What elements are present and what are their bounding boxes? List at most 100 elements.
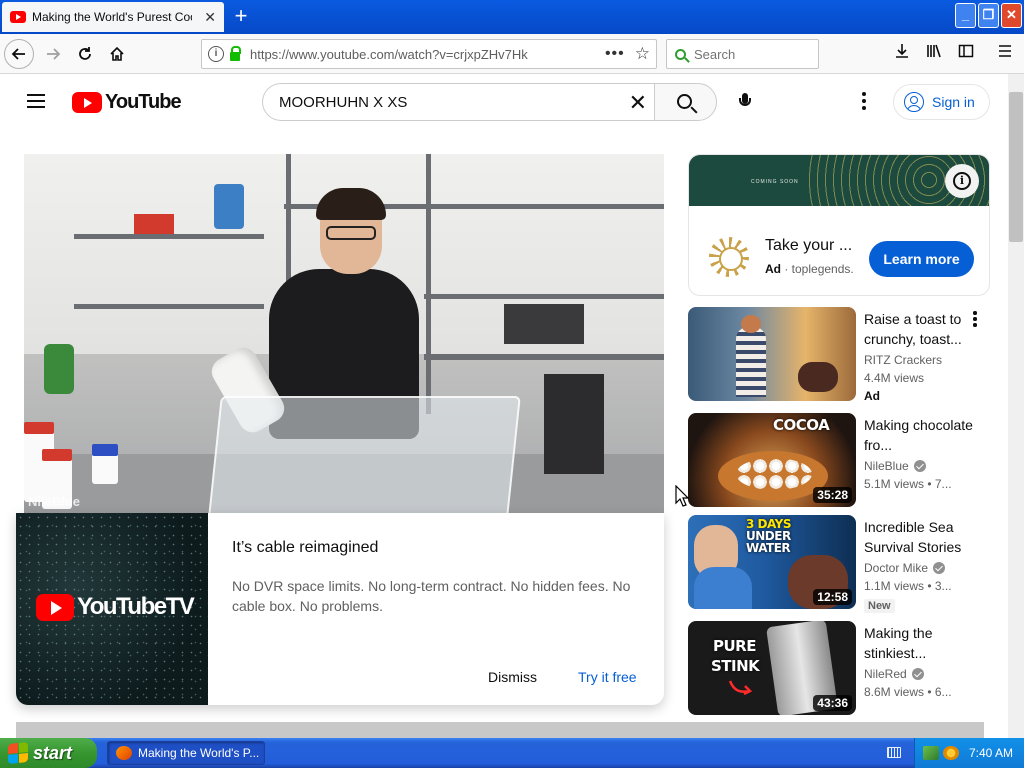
vertical-scrollbar-thumb[interactable] [1009, 92, 1023, 242]
ad-badge: Ad [864, 389, 880, 403]
recommendation-item[interactable]: Raise a toast to crunchy, toast... RITZ … [688, 307, 990, 403]
thumb-figure-head [741, 315, 761, 333]
sidebar-ad-card[interactable]: COMING SOON i Take your ... Ad · toplege… [688, 154, 990, 296]
browser-tab-active[interactable]: Making the World's Purest Cookie ✕ [2, 2, 224, 32]
info-icon[interactable]: i [208, 46, 224, 62]
windows-taskbar: start Making the World's P... 7:40 AM [0, 738, 1024, 768]
youtube-favicon-icon [10, 11, 26, 23]
recommendation-item[interactable]: COCOA 35:28 Making chocolate fro... Nile… [688, 413, 990, 507]
search-tray-icon[interactable] [943, 746, 959, 760]
shelf [424, 294, 664, 299]
taskbar-window-title: Making the World's P... [138, 746, 260, 760]
video-thumbnail[interactable]: 3 DAYS UNDER WATER 12:58 [688, 515, 856, 609]
video-thumbnail[interactable]: PURE STINK 43:36 [688, 621, 856, 715]
keyboard-icon[interactable] [887, 747, 901, 758]
system-tray: 7:40 AM [914, 738, 1024, 768]
home-button[interactable] [102, 40, 132, 68]
gas-cylinder [44, 344, 74, 394]
tab-title: Making the World's Purest Cookie [32, 10, 192, 24]
bookmark-star-icon[interactable]: ☆ [635, 44, 650, 64]
horizontal-scrollbar[interactable] [16, 722, 984, 738]
browser-search-placeholder: Search [694, 46, 736, 62]
recommendation-item[interactable]: PURE STINK 43:36 Making the stinkiest...… [688, 621, 990, 715]
thumb-text: COCOA [773, 416, 830, 434]
sign-in-label: Sign in [932, 94, 975, 110]
try-it-free-button[interactable]: Try it free [578, 669, 637, 685]
search-query[interactable]: MOORHUHN X XS [279, 94, 407, 111]
settings-more-icon[interactable] [857, 92, 871, 112]
promo-body: No DVR space limits. No long-term contra… [232, 578, 631, 614]
reload-icon [79, 47, 91, 60]
channel-name: RITZ Crackers [864, 353, 942, 367]
arrow-right-icon [728, 680, 753, 696]
youtube-logo[interactable]: YouTube [72, 91, 182, 114]
youtube-search-button[interactable] [654, 83, 717, 121]
sign-in-button[interactable]: Sign in [893, 84, 990, 120]
video-thumbnail[interactable]: COCOA 35:28 [688, 413, 856, 507]
video-duration: 35:28 [813, 487, 852, 503]
sidebar-button[interactable] [955, 43, 977, 65]
voice-search-mic-icon[interactable] [739, 93, 751, 111]
taskbar-window-firefox[interactable]: Making the World's P... [107, 741, 265, 765]
browser-tab-bar: Making the World's Purest Cookie ✕ + _ ❐… [0, 0, 1024, 34]
network-icon[interactable] [923, 746, 939, 760]
person-hair [316, 188, 386, 220]
recommendation-title[interactable]: Making the stinkiest... [864, 623, 974, 663]
blue-container [214, 184, 244, 229]
promo-title: It’s cable reimagined [232, 539, 379, 556]
account-icon [904, 92, 924, 112]
ad-banner-text: COMING SOON [751, 179, 799, 185]
forward-button[interactable] [38, 40, 68, 68]
browser-search-bar[interactable]: Search [666, 39, 819, 69]
video-thumbnail[interactable] [688, 307, 856, 401]
ad-banner[interactable]: COMING SOON i [689, 155, 989, 206]
learn-more-button[interactable]: Learn more [869, 241, 974, 277]
recommendation-views: 5.1M views • 7... [864, 477, 952, 491]
guide-menu-icon[interactable] [27, 94, 45, 108]
channel-name: NileRed [864, 667, 907, 681]
downloads-button[interactable] [891, 43, 913, 65]
recommendation-title[interactable]: Making chocolate fro... [864, 415, 974, 455]
library-button[interactable] [923, 43, 945, 65]
recommendation-title[interactable]: Raise a toast to crunchy, toast... [864, 309, 974, 349]
red-box [134, 214, 174, 234]
home-icon [110, 46, 124, 61]
video-player[interactable]: NileBlue [24, 154, 664, 514]
recommendation-title[interactable]: Incredible Sea Survival Stories [864, 517, 974, 557]
youtube-tv-logo: YouTubeTV [36, 593, 195, 621]
close-window-button[interactable]: ✕ [1001, 3, 1022, 28]
clear-search-icon[interactable]: ✕ [629, 90, 647, 116]
start-button[interactable]: start [0, 738, 97, 768]
reload-button[interactable] [70, 40, 100, 68]
menu-button[interactable] [994, 43, 1016, 65]
clock: 7:40 AM [969, 746, 1014, 760]
back-button[interactable] [4, 39, 34, 69]
channel-name: NileBlue [864, 459, 909, 473]
dismiss-button[interactable]: Dismiss [488, 669, 537, 685]
window-controls: _ ❐ ✕ [955, 3, 1022, 28]
channel-watermark: NileBlue [28, 494, 81, 509]
recommendation-views: 1.1M views • 3... [864, 579, 952, 593]
youtube-search-input[interactable]: MOORHUHN X XS ✕ [262, 83, 655, 121]
tab-close-icon[interactable]: ✕ [204, 9, 216, 26]
maximize-button[interactable]: ❐ [978, 3, 999, 28]
page-actions-button[interactable]: ••• [605, 45, 625, 63]
recommendation-views: 8.6M views • 6... [864, 685, 952, 699]
mouse-cursor-icon [675, 485, 689, 507]
search-icon [675, 48, 686, 60]
search-icon [677, 93, 692, 109]
url-text[interactable]: https://www.youtube.com/watch?v=crjxpZHv… [250, 47, 528, 62]
new-tab-button[interactable]: + [229, 3, 253, 29]
recommendation-channel: Doctor Mike [864, 561, 946, 575]
recommendation-item[interactable]: 3 DAYS UNDER WATER 12:58 Incredible Sea … [688, 515, 990, 613]
ad-badge: Ad [765, 262, 781, 276]
thumb-figure [798, 362, 838, 392]
ad-info-button[interactable]: i [945, 164, 979, 198]
minimize-button[interactable]: _ [955, 3, 976, 28]
lock-icon[interactable] [230, 45, 241, 61]
ad-meta: Ad · toplegends. [765, 262, 854, 276]
ad-title[interactable]: Take your ... [765, 237, 852, 255]
youtube-play-icon [72, 92, 102, 113]
url-bar[interactable]: i https://www.youtube.com/watch?v=crjxpZ… [201, 39, 657, 69]
more-actions-icon[interactable] [972, 311, 978, 329]
